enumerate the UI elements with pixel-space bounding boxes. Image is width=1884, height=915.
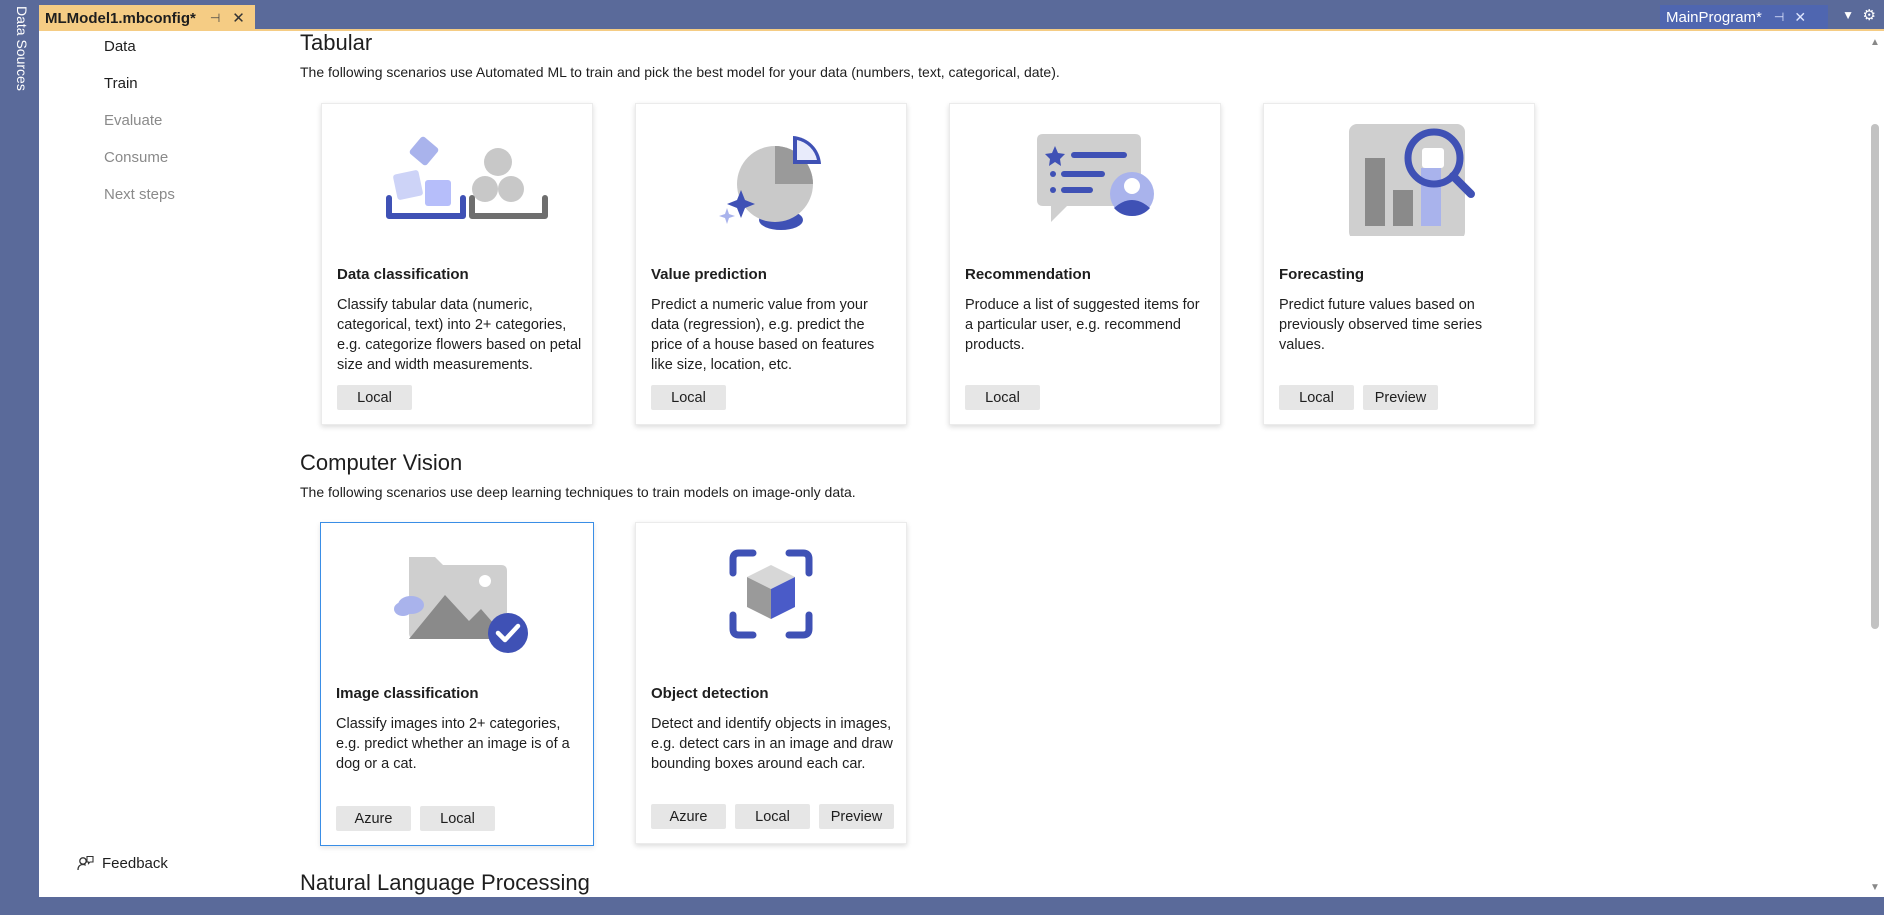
document-tab-label: MLModel1.mbconfig* xyxy=(45,9,196,27)
step-evaluate[interactable]: Evaluate xyxy=(104,112,162,129)
section-title-tabular: Tabular xyxy=(300,31,373,55)
section-title-nlp: Natural Language Processing xyxy=(300,870,590,895)
document-tab-bar: MLModel1.mbconfig* ⊣ ✕ MainProgram* ⊣ ✕ … xyxy=(39,0,1884,31)
card-title: Recommendation xyxy=(965,266,1091,283)
scrollbar-thumb[interactable] xyxy=(1871,124,1879,629)
environment-tag: Local xyxy=(337,385,412,410)
vertical-scrollbar[interactable]: ▲ ▼ xyxy=(1866,31,1884,897)
status-strip xyxy=(0,897,1884,915)
object-detection-icon xyxy=(729,549,813,639)
section-title-computer-vision: Computer Vision xyxy=(300,450,463,475)
step-next-steps[interactable]: Next steps xyxy=(104,186,175,203)
card-title: Value prediction xyxy=(651,266,767,283)
step-data[interactable]: Data xyxy=(104,38,136,55)
step-consume[interactable]: Consume xyxy=(104,149,168,166)
card-title: Data classification xyxy=(337,266,469,283)
data-classification-icon xyxy=(386,136,548,219)
card-description: Predict future values based on previousl… xyxy=(1279,297,1483,353)
recommendation-icon xyxy=(1037,134,1154,222)
close-icon[interactable]: ✕ xyxy=(1794,9,1806,26)
scenario-card-image-classification[interactable]: Image classification Classify images int… xyxy=(320,522,594,846)
close-icon[interactable]: ✕ xyxy=(232,9,245,27)
forecasting-icon xyxy=(1349,124,1475,236)
document-tab-label: MainProgram* xyxy=(1666,8,1762,26)
document-tab-mainprogram[interactable]: MainProgram* ⊣ ✕ xyxy=(1660,5,1828,29)
pin-icon[interactable]: ⊣ xyxy=(1774,10,1784,24)
step-train[interactable]: Train xyxy=(104,75,138,92)
scroll-down-icon[interactable]: ▼ xyxy=(1870,882,1880,893)
environment-tag: Local xyxy=(965,385,1040,410)
environment-tag: Preview xyxy=(819,804,894,829)
scenario-card-recommendation[interactable]: Recommendation Produce a list of suggest… xyxy=(949,103,1221,425)
environment-tag: Local xyxy=(735,804,810,829)
environment-tag: Preview xyxy=(1363,385,1438,410)
chevron-down-icon[interactable]: ▼ xyxy=(1842,8,1854,22)
environment-tag: Local xyxy=(1279,385,1354,410)
card-title: Image classification xyxy=(336,685,479,702)
card-title: Object detection xyxy=(651,685,769,702)
scenario-card-forecasting[interactable]: Forecasting Predict future values based … xyxy=(1263,103,1535,425)
scenario-card-data-classification[interactable]: Data classification Classify tabular dat… xyxy=(321,103,593,425)
environment-tag: Local xyxy=(651,385,726,410)
card-description: Classify tabular data (numeric, categori… xyxy=(337,297,582,373)
scenario-card-object-detection[interactable]: Object detection Detect and identify obj… xyxy=(635,522,907,844)
feedback-link[interactable]: Feedback xyxy=(77,855,168,872)
section-desc-computer-vision: The following scenarios use deep learnin… xyxy=(300,484,856,500)
left-tool-strip: Data Sources xyxy=(0,0,39,915)
card-description: Classify images into 2+ categories, e.g.… xyxy=(336,716,570,772)
document-tab-mlmodel[interactable]: MLModel1.mbconfig* ⊣ ✕ xyxy=(39,5,255,31)
gear-icon[interactable]: ⚙ xyxy=(1863,6,1876,24)
scenario-card-value-prediction[interactable]: Value prediction Predict a numeric value… xyxy=(635,103,907,425)
environment-tag: Local xyxy=(420,806,495,831)
scroll-up-icon[interactable]: ▲ xyxy=(1870,37,1880,48)
card-description: Predict a numeric value from your data (… xyxy=(651,297,875,373)
image-classification-icon xyxy=(394,557,528,653)
pin-icon[interactable]: ⊣ xyxy=(210,11,220,25)
feedback-label: Feedback xyxy=(102,855,168,872)
card-description: Produce a list of suggested items for a … xyxy=(965,297,1200,353)
feedback-icon xyxy=(77,855,94,871)
card-title: Forecasting xyxy=(1279,266,1365,283)
data-sources-tab[interactable]: Data Sources xyxy=(8,4,30,94)
environment-tag: Azure xyxy=(651,804,726,829)
model-builder-panel: Data Train Evaluate Consume Next steps F… xyxy=(39,31,1884,897)
environment-tag: Azure xyxy=(336,806,411,831)
card-description: Detect and identify objects in images, e… xyxy=(651,716,893,772)
value-prediction-icon xyxy=(719,136,821,230)
section-desc-tabular: The following scenarios use Automated ML… xyxy=(300,64,1060,80)
